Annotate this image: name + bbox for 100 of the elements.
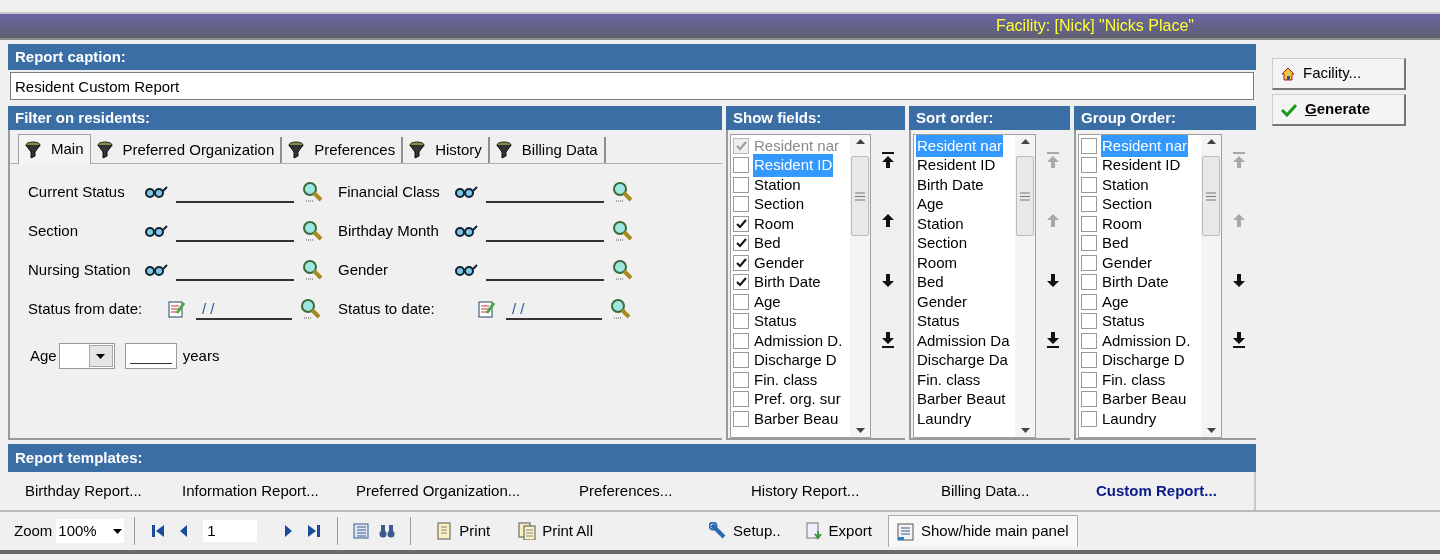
generate-button[interactable]: Generate (1272, 94, 1406, 126)
checkbox[interactable] (733, 313, 749, 330)
checkbox[interactable] (1081, 293, 1097, 310)
print-button[interactable]: Print (427, 515, 499, 547)
age-input[interactable] (124, 343, 177, 369)
template-link[interactable]: Information Report... (182, 479, 319, 503)
filter-tab[interactable]: Billing Data (489, 137, 606, 163)
glasses-icon (454, 185, 478, 199)
checkbox[interactable] (733, 391, 749, 408)
scroll-down-icon[interactable] (855, 428, 865, 433)
filter-tab[interactable]: History (403, 137, 490, 163)
checkbox[interactable] (1081, 332, 1097, 349)
search-icon (302, 181, 324, 203)
template-link[interactable]: Billing Data... (941, 479, 1030, 503)
checkbox[interactable] (733, 235, 749, 252)
checkbox[interactable] (1081, 176, 1097, 193)
section-header: Show fields: (726, 106, 905, 130)
caption-input[interactable]: Resident Custom Report (10, 72, 1254, 100)
checkbox[interactable] (1081, 410, 1097, 427)
scroll-thumb[interactable] (1016, 156, 1034, 236)
list-view-icon (353, 523, 370, 539)
checkbox[interactable] (1081, 215, 1097, 232)
checkbox[interactable] (1081, 157, 1097, 174)
notepad-pencil-icon (478, 300, 496, 318)
filter-tab[interactable]: Preferred Organization (90, 137, 283, 163)
checkbox[interactable] (733, 332, 749, 349)
scroll-down-icon[interactable] (1206, 428, 1216, 433)
section-header: Filter on residents: (8, 106, 722, 130)
scroll-up-icon[interactable] (855, 139, 865, 144)
checkbox[interactable] (1081, 196, 1097, 213)
search-icon (612, 181, 634, 203)
filter-tab[interactable]: Preferences (282, 137, 404, 163)
field-label: Birthday Month (338, 220, 440, 241)
document-icon (435, 522, 454, 540)
scrollbar[interactable] (1201, 135, 1221, 437)
checkbox[interactable] (1081, 352, 1097, 369)
search-icon (300, 298, 322, 320)
template-link[interactable]: Custom Report... (1096, 479, 1217, 503)
grip-icon (1020, 191, 1030, 201)
search-icon (302, 220, 324, 242)
search-icon (610, 298, 632, 320)
checkbox[interactable] (733, 410, 749, 427)
checkbox[interactable] (733, 274, 749, 291)
filter-tab[interactable]: Main (18, 134, 91, 164)
scroll-down-icon[interactable] (1020, 428, 1030, 433)
checkbox[interactable] (1081, 235, 1097, 252)
checkbox[interactable] (1081, 274, 1097, 291)
caret-icon (96, 353, 106, 359)
scroll-thumb[interactable] (851, 156, 869, 236)
checkbox[interactable] (733, 371, 749, 388)
checkbox[interactable] (1081, 137, 1097, 154)
glasses-icon (454, 224, 478, 238)
template-link[interactable]: Preferences... (579, 479, 673, 503)
checkbox[interactable] (733, 215, 749, 232)
zoom-label: Zoom (14, 520, 53, 541)
checkbox[interactable] (733, 157, 749, 174)
funnel-icon (409, 141, 426, 159)
glasses-icon (144, 263, 168, 277)
setup-button[interactable]: Setup.. (701, 515, 789, 547)
glasses-icon (144, 185, 168, 199)
checkbox[interactable] (1081, 313, 1097, 330)
document-arrow-icon (804, 522, 823, 540)
checkbox[interactable] (1081, 371, 1097, 388)
checkbox[interactable] (733, 176, 749, 193)
last-page-icon (306, 523, 323, 539)
checkbox[interactable] (733, 254, 749, 271)
checkbox[interactable] (733, 352, 749, 369)
glasses-icon (144, 224, 168, 238)
page-input[interactable]: 1 (203, 520, 258, 542)
funnel-icon (25, 140, 41, 159)
age-label: Age (30, 345, 57, 366)
scrollbar[interactable] (1015, 135, 1035, 437)
scroll-up-icon[interactable] (1206, 139, 1216, 144)
checkbox[interactable] (1081, 391, 1097, 408)
checkbox[interactable] (733, 196, 749, 213)
export-button[interactable]: Export (796, 515, 880, 547)
field-label: Status to date: (338, 298, 436, 319)
date-field[interactable]: / / (506, 298, 602, 320)
zoom-dropdown[interactable]: 100% (56, 519, 125, 543)
checkbox[interactable] (733, 293, 749, 310)
age-dropdown[interactable] (58, 343, 115, 369)
template-link[interactable]: History Report... (751, 479, 860, 503)
glasses-icon (454, 263, 478, 277)
section-header: Group Order: (1074, 106, 1256, 130)
template-link[interactable]: Birthday Report... (25, 479, 142, 503)
date-field[interactable]: / / (196, 298, 292, 320)
panel-button[interactable]: Show/hide main panel (887, 515, 1078, 547)
template-link[interactable]: Preferred Organization... (356, 479, 521, 503)
grip-icon (855, 191, 865, 201)
scrollbar[interactable] (850, 135, 870, 437)
panel-icon (896, 522, 915, 541)
print-all-button[interactable]: Print All (510, 515, 602, 547)
search-icon (612, 220, 634, 242)
documents-icon (518, 522, 537, 540)
checkbox[interactable] (1081, 254, 1097, 271)
scroll-thumb[interactable] (1202, 156, 1220, 236)
house-icon (1281, 66, 1295, 81)
scroll-up-icon[interactable] (1020, 139, 1030, 144)
field-label: Section (28, 220, 80, 241)
facility-button[interactable]: Facility... (1272, 58, 1406, 90)
